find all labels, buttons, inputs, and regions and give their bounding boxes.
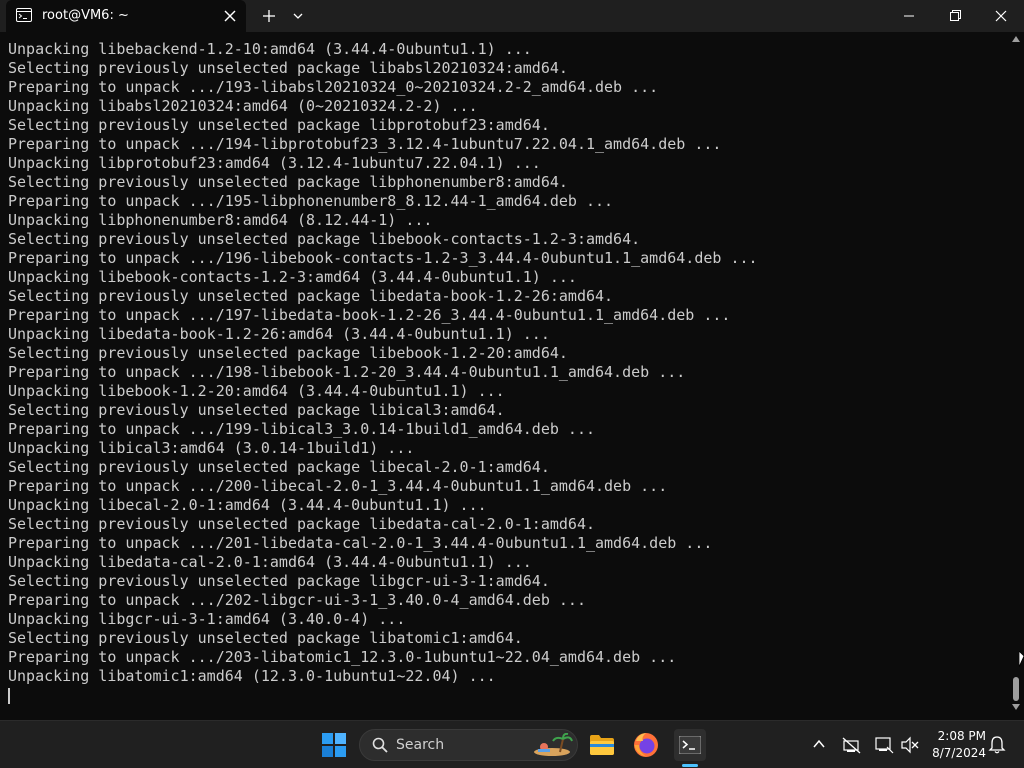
- terminal-icon: [679, 736, 701, 754]
- chevron-down-icon[interactable]: [290, 8, 306, 24]
- close-window-button[interactable]: [978, 0, 1024, 32]
- terminal-line: Preparing to unpack .../195-libphonenumb…: [8, 192, 614, 210]
- minimize-button[interactable]: [886, 0, 932, 32]
- new-tab-plus-icon[interactable]: [260, 7, 278, 25]
- terminal-line: Selecting previously unselected package …: [8, 344, 568, 362]
- file-explorer-button[interactable]: [586, 729, 618, 761]
- firefox-icon: [634, 733, 658, 757]
- mouse-pointer-icon: [1019, 651, 1024, 667]
- scrollbar-thumb[interactable]: [1013, 677, 1019, 701]
- terminal-line: Unpacking libprotobuf23:amd64 (3.12.4-1u…: [8, 154, 541, 172]
- terminal-tab[interactable]: root@VM6: ~: [6, 0, 246, 32]
- terminal-line: Preparing to unpack .../203-libatomic1_1…: [8, 648, 677, 666]
- notification-bell-icon[interactable]: [988, 735, 1006, 755]
- terminal-line: Selecting previously unselected package …: [8, 173, 568, 191]
- tab-title: root@VM6: ~: [42, 8, 129, 23]
- terminal-line: Unpacking libedata-book-1.2-26:amd64 (3.…: [8, 325, 550, 343]
- active-app-indicator: [682, 764, 698, 767]
- terminal-line: Selecting previously unselected package …: [8, 59, 568, 77]
- terminal-line: Unpacking libgcr-ui-3-1:amd64 (3.40.0-4)…: [8, 610, 406, 628]
- terminal-line: Selecting previously unselected package …: [8, 287, 614, 305]
- taskbar-search-box[interactable]: Search: [359, 729, 578, 761]
- terminal-line: Unpacking libebook-contacts-1.2-3:amd64 …: [8, 268, 577, 286]
- terminal-line: Preparing to unpack .../202-libgcr-ui-3-…: [8, 591, 586, 609]
- search-label: Search: [396, 737, 445, 753]
- search-icon: [372, 737, 388, 753]
- vertical-scrollbar[interactable]: [1008, 32, 1024, 718]
- terminal-line: Selecting previously unselected package …: [8, 515, 595, 533]
- terminal-output[interactable]: Unpacking libebackend-1.2-10:amd64 (3.44…: [8, 40, 1004, 710]
- terminal-line: Preparing to unpack .../194-libprotobuf2…: [8, 135, 722, 153]
- show-hidden-icons-chevron-up-icon[interactable]: [812, 737, 826, 751]
- network-disconnected-icon[interactable]: [842, 735, 862, 755]
- terminal-line: Unpacking libebackend-1.2-10:amd64 (3.44…: [8, 40, 532, 58]
- terminal-line: Selecting previously unselected package …: [8, 230, 641, 248]
- clock-time[interactable]: 2:08 PM: [930, 729, 986, 743]
- terminal-line: Unpacking libebook-1.2-20:amd64 (3.44.4-…: [8, 382, 505, 400]
- terminal-line: Unpacking libecal-2.0-1:amd64 (3.44.4-0u…: [8, 496, 487, 514]
- restore-button[interactable]: [932, 0, 978, 32]
- search-highlight-island-icon: [534, 733, 573, 756]
- firefox-button[interactable]: [630, 729, 662, 761]
- scroll-up-arrow-icon[interactable]: [1012, 36, 1020, 42]
- terminal-line: Unpacking libical3:amd64 (3.0.14-1build1…: [8, 439, 415, 457]
- terminal-line: Selecting previously unselected package …: [8, 401, 505, 419]
- windows-start-icon: [322, 733, 346, 757]
- clock-date[interactable]: 8/7/2024: [926, 746, 986, 760]
- terminal-prompt-line[interactable]: [8, 686, 1004, 705]
- start-button[interactable]: [318, 729, 350, 761]
- terminal-line: Selecting previously unselected package …: [8, 116, 550, 134]
- terminal-line: Unpacking libedata-cal-2.0-1:amd64 (3.44…: [8, 553, 532, 571]
- terminal-app-button[interactable]: [674, 729, 706, 761]
- terminal-line: Selecting previously unselected package …: [8, 458, 550, 476]
- title-bar: root@VM6: ~: [0, 0, 1024, 32]
- scroll-down-arrow-icon[interactable]: [1012, 704, 1020, 710]
- terminal-line: Unpacking libphonenumber8:amd64 (8.12.44…: [8, 211, 433, 229]
- terminal-line: Preparing to unpack .../201-libedata-cal…: [8, 534, 713, 552]
- terminal-line: Preparing to unpack .../198-libebook-1.2…: [8, 363, 686, 381]
- terminal-line: Unpacking libatomic1:amd64 (12.3.0-1ubun…: [8, 667, 496, 685]
- terminal-line: Preparing to unpack .../197-libedata-boo…: [8, 306, 731, 324]
- terminal-line: Preparing to unpack .../199-libical3_3.0…: [8, 420, 595, 438]
- terminal-line: Unpacking libabsl20210324:amd64 (0~20210…: [8, 97, 478, 115]
- network-icon[interactable]: [874, 735, 894, 755]
- terminal-line: Selecting previously unselected package …: [8, 629, 523, 647]
- volume-muted-icon[interactable]: [900, 735, 920, 755]
- terminal-line: Preparing to unpack .../200-libecal-2.0-…: [8, 477, 668, 495]
- taskbar: Search 2:08 PM 8/7/2024: [0, 720, 1024, 768]
- file-explorer-icon: [590, 735, 614, 755]
- terminal-lines: Unpacking libebackend-1.2-10:amd64 (3.44…: [8, 40, 1004, 686]
- terminal-tab-icon: [16, 8, 32, 22]
- tab-close-icon[interactable]: [222, 8, 238, 24]
- text-cursor: [8, 687, 10, 704]
- terminal-line: Preparing to unpack .../196-libebook-con…: [8, 249, 758, 267]
- terminal-line: Selecting previously unselected package …: [8, 572, 550, 590]
- terminal-line: Preparing to unpack .../193-libabsl20210…: [8, 78, 659, 96]
